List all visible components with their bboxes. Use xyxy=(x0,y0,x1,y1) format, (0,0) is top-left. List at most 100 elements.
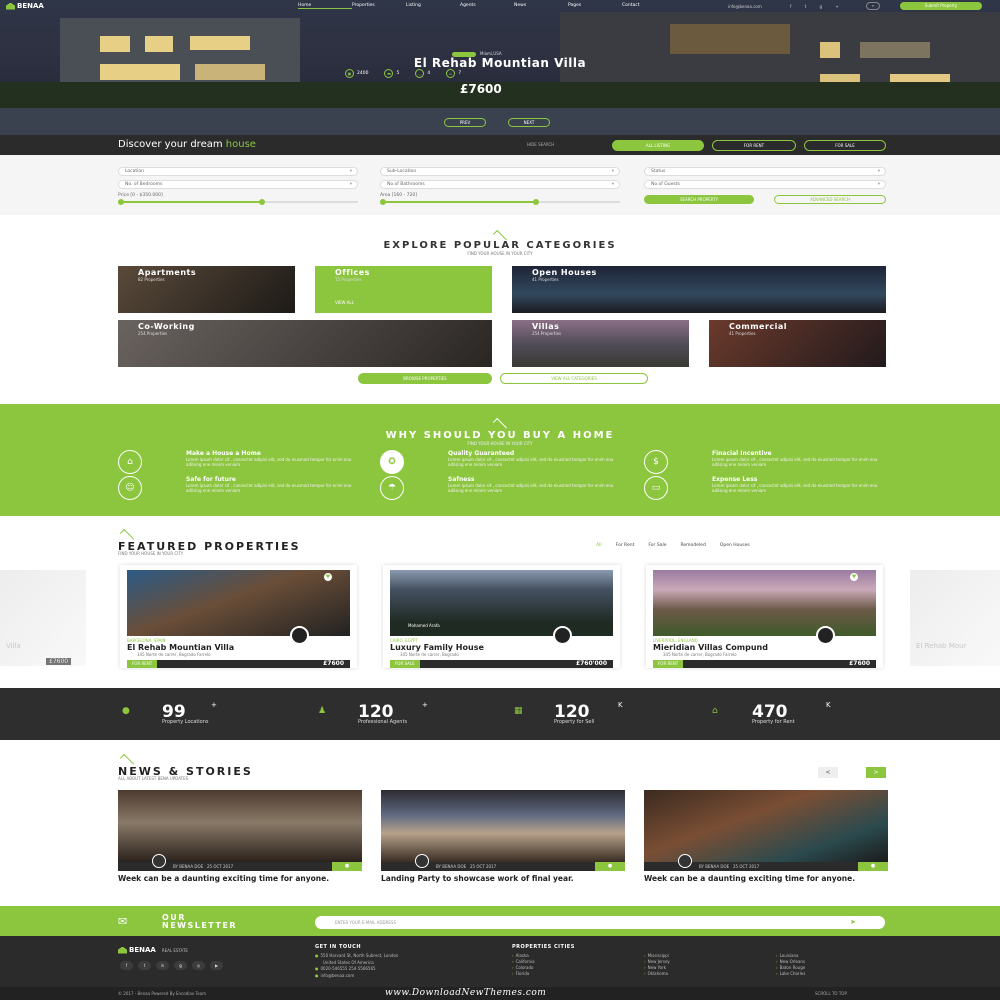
money-icon: ▭ xyxy=(644,476,668,500)
author-avatar xyxy=(678,854,692,868)
scroll-to-top[interactable]: SCROLL TO TOP xyxy=(815,991,847,996)
filter-open-houses[interactable]: Open Houses xyxy=(720,543,750,548)
search-property-button[interactable]: SEARCH PROPERTY xyxy=(644,195,754,204)
property-image[interactable] xyxy=(127,570,350,636)
news-next-button[interactable]: > xyxy=(866,767,886,778)
category-apartments[interactable]: Apartments 82 Properties xyxy=(118,266,295,313)
map-pin-icon: ● xyxy=(122,706,130,716)
bed-icon: ▬ xyxy=(384,69,394,78)
news-headline[interactable]: Week can be a daunting exciting time for… xyxy=(118,875,362,883)
area-range-label: Area [160 - 720] xyxy=(380,193,417,198)
property-name[interactable]: Luxury Family House xyxy=(390,643,484,652)
price-slider-fill xyxy=(118,201,262,203)
nav-agents[interactable]: Agents xyxy=(460,3,514,9)
status-badge: FOR RENT xyxy=(127,660,158,668)
envelope-icon: ✉ xyxy=(118,915,128,928)
sublocation-select[interactable]: Sub-Location xyxy=(380,167,620,176)
filter-all[interactable]: All xyxy=(596,543,602,548)
status-select[interactable]: Status xyxy=(644,167,886,176)
category-commercial[interactable]: Commercial 41 Properties xyxy=(709,320,886,367)
filter-for-sale[interactable]: For Sale xyxy=(648,543,666,548)
footer-logo[interactable]: BENAA REAL ESTATE xyxy=(118,946,188,954)
bedrooms-select[interactable]: No. of Bedrooms xyxy=(118,180,358,189)
bathrooms-select[interactable]: No.of Bathrooms xyxy=(380,180,620,189)
social-icons[interactable]: f t g + xyxy=(790,4,845,9)
comment-icon[interactable]: ● xyxy=(332,862,362,871)
twitter-icon[interactable]: t xyxy=(138,961,151,970)
tab-all-listing[interactable]: ALL LISTING xyxy=(612,140,704,151)
news-headline[interactable]: Landing Party to showcase work of final … xyxy=(381,875,625,883)
submit-property-button[interactable]: Submit Property xyxy=(900,2,982,10)
nav-news[interactable]: News xyxy=(514,3,568,9)
contact-heading: GET IN TOUCH xyxy=(315,944,362,950)
category-villas[interactable]: Villas 254 Properties xyxy=(512,320,689,367)
location-select[interactable]: Location xyxy=(118,167,358,176)
area-slider-min-handle[interactable] xyxy=(380,199,386,205)
area-slider[interactable] xyxy=(380,199,620,205)
property-image[interactable] xyxy=(653,570,876,636)
why-subtitle: FIND YOUR HOUSE IN YOUR CITY xyxy=(467,441,533,446)
heart-icon[interactable]: ♥ xyxy=(850,573,858,581)
nav-email[interactable]: info@benaa.com xyxy=(728,4,762,9)
bath-icon: ◡ xyxy=(415,69,425,78)
filter-for-rent[interactable]: For Rent xyxy=(616,543,635,548)
family-icon: ☺ xyxy=(118,476,142,500)
nav-pages[interactable]: Pages xyxy=(568,3,622,9)
nav-properties[interactable]: Properties xyxy=(352,3,406,9)
property-name[interactable]: El Rehab Mountian Villa xyxy=(127,643,234,652)
category-offices[interactable]: Offices 15 Properties VIEW ALL xyxy=(315,266,492,313)
nav-listing[interactable]: Listing xyxy=(406,3,460,9)
tab-for-sale[interactable]: FOR SALE xyxy=(804,140,886,151)
nav-home[interactable]: Home xyxy=(298,3,352,9)
brand-logo[interactable]: BENAA xyxy=(6,2,44,10)
price-slider[interactable] xyxy=(118,199,358,205)
send-icon[interactable]: ➤ xyxy=(850,916,856,929)
view-all-categories-button[interactable]: VIEW ALL CATEGORIES xyxy=(500,373,648,384)
property-card[interactable]: ♥ BARCELONA, SPAIN El Rehab Mountian Vil… xyxy=(120,565,357,668)
tab-for-rent[interactable]: FOR RENT xyxy=(712,140,796,151)
instagram-icon[interactable]: ◎ xyxy=(192,961,205,970)
category-open-houses[interactable]: Open Houses 41 Properties xyxy=(512,266,886,313)
advanced-search-button[interactable]: ADVANCED SEARCH xyxy=(774,195,886,204)
hero-prev-button[interactable]: PREV xyxy=(444,118,486,127)
agent-avatar[interactable] xyxy=(816,626,835,645)
newsletter-email-input[interactable]: ENTER YOUR E-MAIL ADDRESS xyxy=(315,916,885,929)
property-card[interactable]: ♥ LIVERPOOL, ENGLAND Mieridian Villas Co… xyxy=(646,565,883,668)
news-image[interactable] xyxy=(118,790,362,862)
guests-select[interactable]: No.of Guests xyxy=(644,180,886,189)
comment-icon[interactable]: ● xyxy=(595,862,625,871)
news-image[interactable] xyxy=(644,790,888,862)
agent-avatar[interactable] xyxy=(553,626,572,645)
news-headline[interactable]: Week can be a daunting exciting time for… xyxy=(644,875,888,883)
news-prev-button[interactable]: < xyxy=(818,767,838,778)
property-card[interactable]: Mohamed Arafa CAIRO, EGYPT Luxury Family… xyxy=(383,565,620,668)
linkedin-icon[interactable]: in xyxy=(156,961,169,970)
price-slider-max-handle[interactable] xyxy=(259,199,265,205)
category-co-working[interactable]: Co-Working 254 Properties xyxy=(118,320,492,367)
house-rent-icon: ⌂ xyxy=(712,706,718,716)
search-icon[interactable]: ⌕ xyxy=(866,2,880,10)
news-image[interactable] xyxy=(381,790,625,862)
price-slider-min-handle[interactable] xyxy=(118,199,124,205)
logo-house-icon xyxy=(6,2,15,10)
hero-stats: ▣ 2400 ▬ 5 ◡ 4 ⌂ 7 xyxy=(345,69,461,78)
why-buy-section: WHY SHOULD YOU BUY A HOME FIND YOUR HOUS… xyxy=(0,404,1000,516)
youtube-icon[interactable]: ▶ xyxy=(210,961,223,970)
heart-icon[interactable]: ♥ xyxy=(324,573,332,581)
copyright: © 2017 - Benaa Powered By Encodiax Team xyxy=(118,991,207,996)
hide-search-toggle[interactable]: HIDE SEARCH xyxy=(527,142,554,147)
view-all-link[interactable]: VIEW ALL xyxy=(335,300,354,305)
hero-title: El Rehab Mountian Villa xyxy=(413,56,587,70)
filter-remodeled[interactable]: Remodeled xyxy=(680,543,705,548)
status-badge: FOR SALE xyxy=(390,660,420,668)
hero-next-button[interactable]: NEXT xyxy=(508,118,550,127)
comment-icon[interactable]: ● xyxy=(858,862,888,871)
property-name[interactable]: Mieridian Villas Compund xyxy=(653,643,768,652)
agent-avatar[interactable] xyxy=(290,626,309,645)
nav-contact[interactable]: Contact xyxy=(622,3,676,9)
browse-properties-button[interactable]: BROWSE PROPERTIES xyxy=(358,373,492,384)
house-icon: ⌂ xyxy=(118,450,142,474)
google-icon[interactable]: g xyxy=(174,961,187,970)
area-slider-max-handle[interactable] xyxy=(533,199,539,205)
facebook-icon[interactable]: f xyxy=(120,961,133,970)
